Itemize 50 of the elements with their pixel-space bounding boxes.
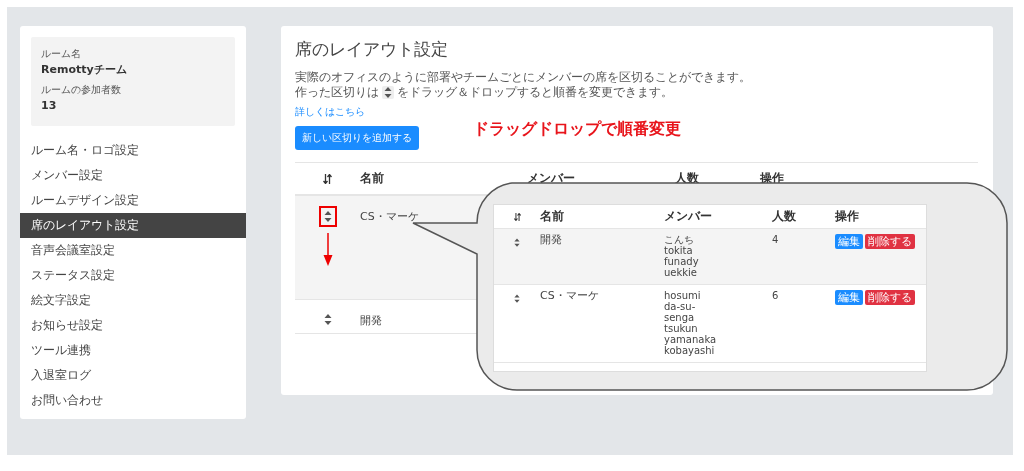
sidebar-item[interactable]: メンバー設定 (20, 163, 246, 188)
member-name: hosumi (664, 290, 702, 301)
down-arrow (322, 233, 333, 266)
member-name: こんち (664, 234, 695, 245)
column-header: メンバー (527, 170, 576, 187)
annotation-text: ドラッグドロップで順番変更 (473, 118, 681, 140)
member-name: kobayashi (664, 345, 715, 356)
table-cell-text: 6 (772, 290, 780, 303)
column-header: 操作 (835, 208, 860, 225)
sidebar-item[interactable]: ステータス設定 (20, 263, 246, 288)
table-cell-text: 開発 (540, 234, 563, 248)
sort-icon (323, 173, 332, 184)
sort-icon (513, 212, 521, 221)
member-name: da-su- (664, 301, 697, 312)
hint-text: 作った区切りは (295, 85, 379, 100)
member-name: funady (664, 256, 700, 267)
member-name: tokita (664, 245, 694, 256)
details-link[interactable]: 詳しくはこちら (295, 105, 365, 119)
table-cell: CS・マーケ (360, 209, 419, 224)
member-count: 13 (41, 98, 58, 114)
member-name: yamanaka (664, 334, 718, 345)
sidebar-item[interactable]: 絵文字設定 (20, 288, 246, 313)
room-name-label: ルーム名 (41, 47, 82, 61)
page-title: 席のレイアウト設定 (295, 38, 449, 60)
column-header: 人数 (772, 208, 797, 225)
sidebar-item[interactable]: ツール連携 (20, 338, 246, 363)
table-cell-text: CS・マーケ (540, 290, 600, 304)
sidebar-item[interactable]: お問い合わせ (20, 388, 246, 413)
room-name: Remottyチーム (41, 62, 128, 78)
drag-handle-icon[interactable] (318, 206, 337, 227)
delete-button[interactable]: 削除する (865, 234, 915, 249)
table-cell: 開発 (360, 313, 382, 328)
member-name: tsukun (664, 323, 699, 334)
hint-text: をドラッグ＆ドロップすると順番を変更できます。 (397, 85, 673, 100)
member-name: senga (664, 312, 695, 323)
sidebar-item[interactable]: 入退室ログ (20, 363, 246, 388)
description-text: 実際のオフィスのように部署やチームごとにメンバーの席を区切ることができます。 (295, 70, 752, 85)
member-count-label: ルームの参加者数 (41, 83, 122, 97)
delete-button[interactable]: 削除する (865, 290, 915, 305)
member-name: uekkie (664, 267, 697, 278)
table-cell-text: 4 (772, 234, 780, 247)
column-header: 名前 (360, 170, 385, 187)
sidebar-item[interactable]: ルーム名・ロゴ設定 (20, 138, 246, 163)
drag-handle-icon (382, 86, 394, 99)
sidebar-item[interactable]: お知らせ設定 (20, 313, 246, 338)
sidebar-item[interactable]: 音声会議室設定 (20, 238, 246, 263)
sidebar-item[interactable]: 席のレイアウト設定 (20, 213, 246, 238)
column-header: 名前 (540, 208, 565, 225)
sidebar-item[interactable]: ルームデザイン設定 (20, 188, 246, 213)
column-header: メンバー (664, 208, 713, 225)
